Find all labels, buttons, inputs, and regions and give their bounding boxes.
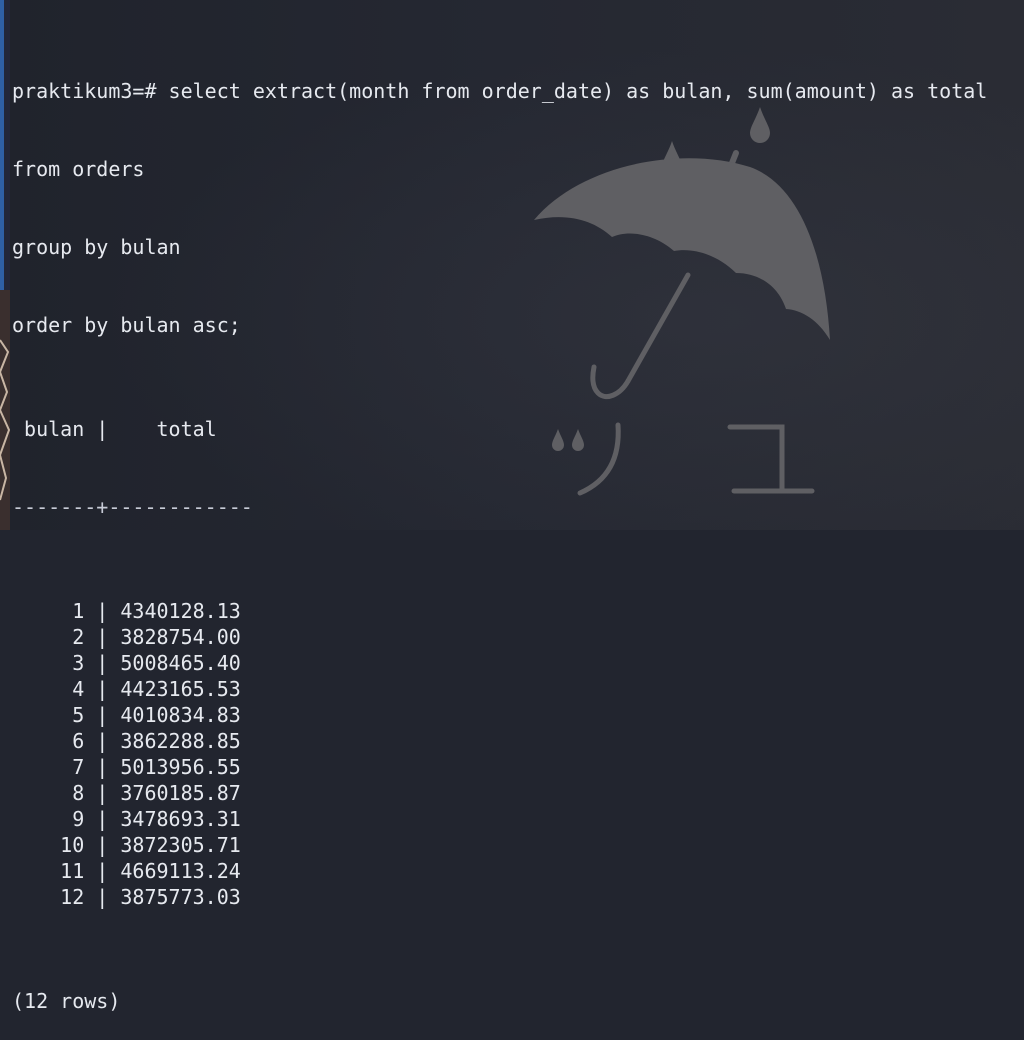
table-row: 3 | 5008465.40	[12, 650, 1012, 676]
cell-bulan: 10	[60, 833, 85, 857]
cell-total: 4010834.83	[120, 703, 241, 727]
row-count: (12 rows)	[12, 989, 121, 1013]
cell-bulan: 6	[72, 729, 85, 753]
cell-total: 5008465.40	[120, 651, 241, 675]
cell-total: 3828754.00	[120, 625, 241, 649]
cell-bulan: 8	[72, 781, 85, 805]
cell-separator: |	[84, 807, 121, 831]
window-left-edge	[0, 0, 11, 530]
cell-bulan: 7	[72, 755, 85, 779]
cell-total: 4423165.53	[120, 677, 241, 701]
table-row: 9 | 3478693.31	[12, 806, 1012, 832]
table-row: 10 | 3872305.71	[12, 832, 1012, 858]
cell-total: 3872305.71	[120, 833, 241, 857]
cell-bulan: 3	[72, 651, 85, 675]
query-line-3: group by bulan	[12, 235, 181, 259]
query-line-4: order by bulan asc;	[12, 313, 241, 337]
cell-total: 5013956.55	[120, 755, 241, 779]
query-line-2: from orders	[12, 157, 145, 181]
cell-total: 3862288.85	[120, 729, 241, 753]
cell-bulan: 4	[72, 677, 85, 701]
header-total: total	[156, 417, 217, 441]
cell-total: 4669113.24	[120, 859, 241, 883]
cell-bulan: 1	[72, 599, 85, 623]
cell-separator: |	[84, 625, 121, 649]
query-text: select extract(month from order_date) as…	[168, 79, 988, 103]
prompt: praktikum3=#	[12, 79, 157, 103]
cell-separator: |	[84, 599, 121, 623]
header-bulan: bulan	[24, 417, 85, 441]
table-row: 12 | 3875773.03	[12, 884, 1012, 910]
cell-separator: |	[84, 729, 121, 753]
cell-bulan: 5	[72, 703, 85, 727]
cell-separator: |	[84, 859, 121, 883]
result-rows: 1 | 4340128.13 2 | 3828754.00 3 | 500846…	[12, 598, 1012, 910]
table-row: 2 | 3828754.00	[12, 624, 1012, 650]
cell-separator: |	[84, 885, 121, 909]
cell-bulan: 2	[72, 625, 85, 649]
cell-separator: |	[84, 677, 121, 701]
result-header: bulan | total	[24, 417, 217, 441]
table-row: 1 | 4340128.13	[12, 598, 1012, 624]
cell-total: 3760185.87	[120, 781, 241, 805]
cell-separator: |	[84, 781, 121, 805]
cell-total: 3478693.31	[120, 807, 241, 831]
cell-total: 3875773.03	[120, 885, 241, 909]
table-row: 4 | 4423165.53	[12, 676, 1012, 702]
query-line-1: praktikum3=# select extract(month from o…	[12, 78, 1012, 104]
table-row: 7 | 5013956.55	[12, 754, 1012, 780]
cell-separator: |	[84, 755, 121, 779]
cell-total: 4340128.13	[120, 599, 241, 623]
cell-separator: |	[84, 703, 121, 727]
table-row: 8 | 3760185.87	[12, 780, 1012, 806]
table-row: 6 | 3862288.85	[12, 728, 1012, 754]
table-row: 5 | 4010834.83	[12, 702, 1012, 728]
result-separator: -------+------------	[12, 495, 253, 519]
cell-bulan: 12	[60, 885, 85, 909]
terminal-output[interactable]: praktikum3=# select extract(month from o…	[12, 26, 1012, 1040]
cell-bulan: 11	[60, 859, 85, 883]
cell-separator: |	[84, 651, 121, 675]
table-row: 11 | 4669113.24	[12, 858, 1012, 884]
cell-separator: |	[84, 833, 121, 857]
cell-bulan: 9	[72, 807, 85, 831]
